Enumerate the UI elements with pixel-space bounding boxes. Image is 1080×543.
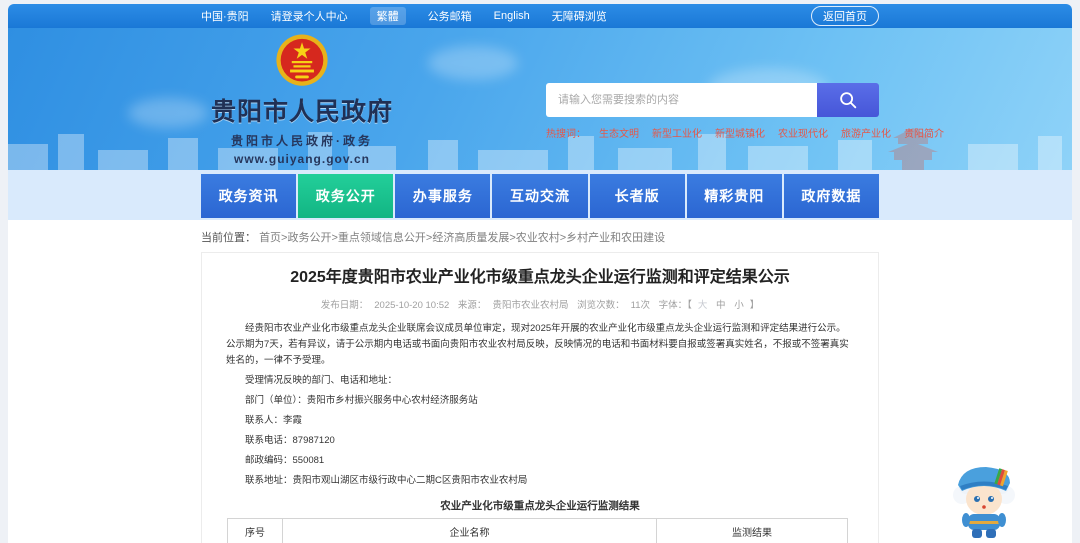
contact-phone: 联系电话：87987120 (245, 435, 335, 446)
main-navigation: 政务资讯 政务公开 办事服务 互动交流 长者版 精彩贵阳 政府数据 (201, 174, 879, 218)
publish-date-label: 发布日期： (320, 300, 369, 311)
hot-search-label: 热搜词： (546, 129, 586, 140)
nav-strip: 政务资讯 政务公开 办事服务 互动交流 长者版 精彩贵阳 政府数据 (8, 170, 1072, 220)
top-utility-bar: 中国·贵阳 请登录个人中心 繁體 公务邮箱 English 无障碍浏览 返回首页 (8, 4, 1072, 28)
font-size-small-button[interactable]: 小 (734, 300, 744, 311)
hot-word-3[interactable]: 新型城镇化 (715, 125, 765, 140)
back-to-home-button[interactable]: 返回首页 (811, 6, 879, 26)
site-title: 贵阳市人民政府 (210, 98, 393, 126)
contact-address: 联系地址：贵阳市观山湖区市级行政中心二期C区贵阳市农业农村局 (245, 475, 528, 486)
breadcrumb-path[interactable]: 首页>政务公开>重点领域信息公开>经济高质量发展>农业农村>乡村产业和农田建设 (259, 232, 665, 244)
contact-department: 部门（单位）：贵阳市乡村振兴服务中心农村经济服务站 (245, 395, 478, 406)
site-container: 中国·贵阳 请登录个人中心 繁體 公务邮箱 English 无障碍浏览 返回首页 (8, 4, 1072, 543)
content-area: 当前位置： 首页>政务公开>重点领域信息公开>经济高质量发展>农业农村>乡村产业… (8, 220, 1072, 543)
nav-tab-zhangzheban[interactable]: 长者版 (589, 174, 685, 218)
article-meta: 发布日期： 2025-10-20 10:52 来源： 贵阳市农业农村局 浏览次数： 1… (226, 297, 854, 311)
font-size-label: 字体：【 (658, 300, 692, 311)
nav-tab-jingcai-guiyang[interactable]: 精彩贵阳 (686, 174, 782, 218)
link-english[interactable]: English (494, 10, 530, 22)
publish-date-value: 2025-10-20 10:52 (374, 300, 450, 311)
font-size-label-end: 】 (749, 300, 760, 311)
source-value: 贵阳市农业农村局 (492, 300, 569, 311)
search-icon (840, 92, 857, 109)
search-row (546, 83, 879, 117)
search-input[interactable] (546, 83, 817, 117)
link-official-mail[interactable]: 公务邮箱 (428, 8, 472, 24)
site-subtitle: 贵阳市人民政府·政务 (231, 134, 373, 148)
font-size-medium-button[interactable]: 中 (716, 300, 726, 311)
contact-postcode: 邮政编码：550081 (245, 455, 325, 466)
banner-inner: 贵阳市人民政府 贵阳市人民政府·政务 www.guiyang.gov.cn 热搜… (201, 28, 944, 170)
header-banner: 贵阳市人民政府 贵阳市人民政府·政务 www.guiyang.gov.cn 热搜… (8, 28, 1072, 170)
hot-word-1[interactable]: 生态文明 (599, 125, 639, 140)
nav-tab-zhengwu-gongkai[interactable]: 政务公开 (298, 174, 394, 218)
link-china-guiyang[interactable]: 中国·贵阳 (201, 8, 249, 24)
nav-tab-banshi-fuwu[interactable]: 办事服务 (395, 174, 491, 218)
mascot-assistant[interactable] (948, 459, 1020, 541)
link-traditional-chinese[interactable]: 繁體 (369, 7, 406, 25)
contact-person: 联系人：李霞 (245, 415, 303, 426)
breadcrumb-label: 当前位置： (201, 232, 256, 244)
hot-search-row: 热搜词： 生态文明 新型工业化 新型城镇化 农业现代化 旅游产业化 贵阳简介 (546, 125, 944, 140)
search-button[interactable] (817, 83, 879, 117)
article-title: 2025年度贵阳市农业产业化市级重点龙头企业运行监测和评定结果公示 (290, 269, 790, 286)
article-paragraph: 经贵阳市农业产业化市级重点龙头企业联席会议成员单位审定，现对2025年开展的农业… (226, 323, 849, 366)
contact-intro: 受理情况反映的部门、电话和地址： (245, 375, 398, 386)
table-caption: 农业产业化市级重点龙头企业运行监测结果 (440, 500, 640, 512)
views-label: 浏览次数： (577, 300, 625, 311)
hot-word-2[interactable]: 新型工业化 (652, 125, 702, 140)
font-size-large-button[interactable]: 大 (698, 300, 708, 311)
link-accessibility[interactable]: 无障碍浏览 (552, 8, 607, 24)
hot-word-6[interactable]: 贵阳简介 (904, 125, 944, 140)
breadcrumb: 当前位置： 首页>政务公开>重点领域信息公开>经济高质量发展>农业农村>乡村产业… (201, 220, 879, 245)
top-utility-bar-inner: 中国·贵阳 请登录个人中心 繁體 公务邮箱 English 无障碍浏览 返回首页 (201, 6, 879, 26)
nav-tab-hudong-jiaoliu[interactable]: 互动交流 (492, 174, 588, 218)
nav-tab-zhengfu-shuju[interactable]: 政府数据 (783, 174, 879, 218)
table-header-row: 序号 企业名称 监测结果 (227, 518, 848, 543)
monitoring-result-table: 序号 企业名称 监测结果 1 贵州合力超市采购有限公司 合格 2 贵州友禾种业有… (227, 518, 848, 543)
source-label: 来源： (457, 300, 487, 311)
article-body: 经贵阳市农业产业化市级重点龙头企业联席会议成员单位审定，现对2025年开展的农业… (226, 321, 854, 489)
header-result: 监测结果 (656, 518, 848, 543)
views-value: 11次 (630, 300, 650, 311)
hot-word-5[interactable]: 旅游产业化 (841, 125, 891, 140)
link-login-personal-center[interactable]: 请登录个人中心 (271, 8, 348, 24)
nav-tab-zhengwu-zixun[interactable]: 政务资讯 (201, 174, 297, 218)
header-index: 序号 (227, 518, 283, 543)
header-company-name: 企业名称 (282, 518, 657, 543)
article-card: 2025年度贵阳市农业产业化市级重点龙头企业运行监测和评定结果公示 发布日期： 2… (201, 252, 879, 543)
site-url: www.guiyang.gov.cn (233, 152, 370, 166)
site-logo[interactable]: 贵阳市人民政府 贵阳市人民政府·政务 www.guiyang.gov.cn (207, 32, 397, 166)
hot-word-4[interactable]: 农业现代化 (778, 125, 828, 140)
national-emblem-icon (276, 34, 328, 86)
search-block: 热搜词： 生态文明 新型工业化 新型城镇化 农业现代化 旅游产业化 贵阳简介 (546, 83, 944, 140)
